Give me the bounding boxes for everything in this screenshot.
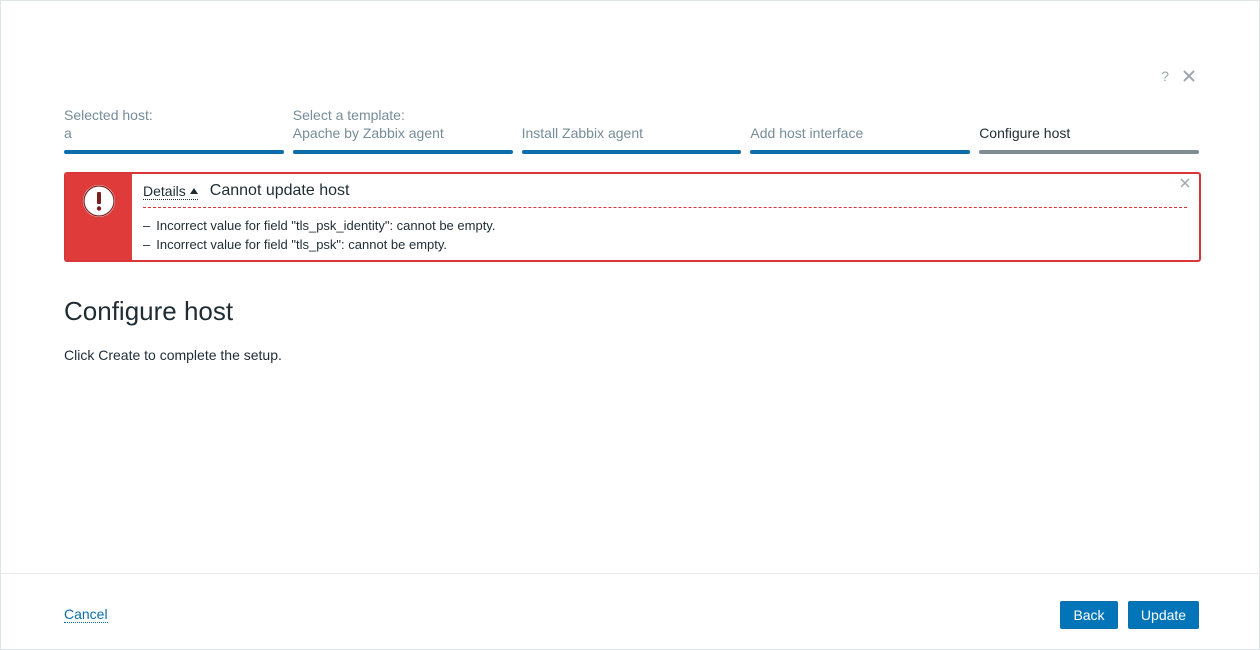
- step-value: Install Zabbix agent: [521, 125, 643, 141]
- close-icon[interactable]: [1181, 67, 1197, 85]
- host-wizard-dialog: ? Selected host: a Select a template: Ap…: [0, 0, 1260, 650]
- error-item: – Incorrect value for field "tls_psk": ca…: [143, 235, 1187, 254]
- details-toggle[interactable]: Details: [143, 183, 198, 200]
- close-error-icon[interactable]: [1179, 176, 1191, 188]
- step-label: Select a template:: [292, 107, 405, 123]
- dash: –: [143, 218, 151, 233]
- step-label: Selected host:: [64, 107, 153, 123]
- caret-up-icon: [189, 187, 198, 194]
- step-progress-bar: [64, 150, 284, 154]
- error-header: Details Cannot update host: [143, 180, 1187, 208]
- step-add-interface: Add host interface: [750, 105, 971, 154]
- details-label: Details: [143, 182, 186, 199]
- step-progress-bar: [521, 150, 742, 154]
- exclamation-icon: [83, 185, 115, 217]
- dash: –: [143, 237, 151, 252]
- back-button[interactable]: Back: [1060, 601, 1118, 629]
- step-value: Add host interface: [750, 125, 864, 141]
- cancel-link[interactable]: Cancel: [64, 606, 108, 623]
- error-title: Cannot update host: [209, 182, 350, 199]
- step-progress-bar: [750, 150, 971, 154]
- footer-divider: [1, 573, 1259, 574]
- step-selected-host: Selected host: a: [64, 105, 284, 154]
- error-content: Details Cannot update host – Incorrect va…: [132, 174, 1199, 260]
- error-list: – Incorrect value for field "tls_psk_iden…: [143, 216, 1187, 254]
- page-description: Click Create to complete the setup.: [64, 347, 282, 363]
- step-progress-bar: [292, 150, 513, 154]
- step-progress-bar: [979, 150, 1199, 154]
- step-install-agent: Install Zabbix agent: [521, 105, 742, 154]
- step-select-template: Select a template: Apache by Zabbix agen…: [292, 105, 513, 154]
- error-sidebar: [66, 174, 132, 260]
- update-button[interactable]: Update: [1128, 601, 1199, 629]
- error-item-text: Incorrect value for field "tls_psk_ident…: [156, 218, 496, 233]
- error-message-box: Details Cannot update host – Incorrect va…: [64, 172, 1201, 262]
- error-item-text: Incorrect value for field "tls_psk": can…: [156, 237, 448, 252]
- page-title: Configure host: [64, 296, 234, 326]
- error-item: – Incorrect value for field "tls_psk_iden…: [143, 216, 1187, 235]
- step-value: a: [64, 125, 72, 142]
- step-value: Configure host: [979, 125, 1071, 141]
- help-icon[interactable]: ?: [1161, 67, 1169, 85]
- dialog-header-icons: ?: [1161, 67, 1197, 85]
- step-configure-host: Configure host: [979, 105, 1199, 154]
- wizard-steps: Selected host: a Select a template: Apac…: [64, 105, 1199, 154]
- step-value: Apache by Zabbix agent: [292, 125, 444, 142]
